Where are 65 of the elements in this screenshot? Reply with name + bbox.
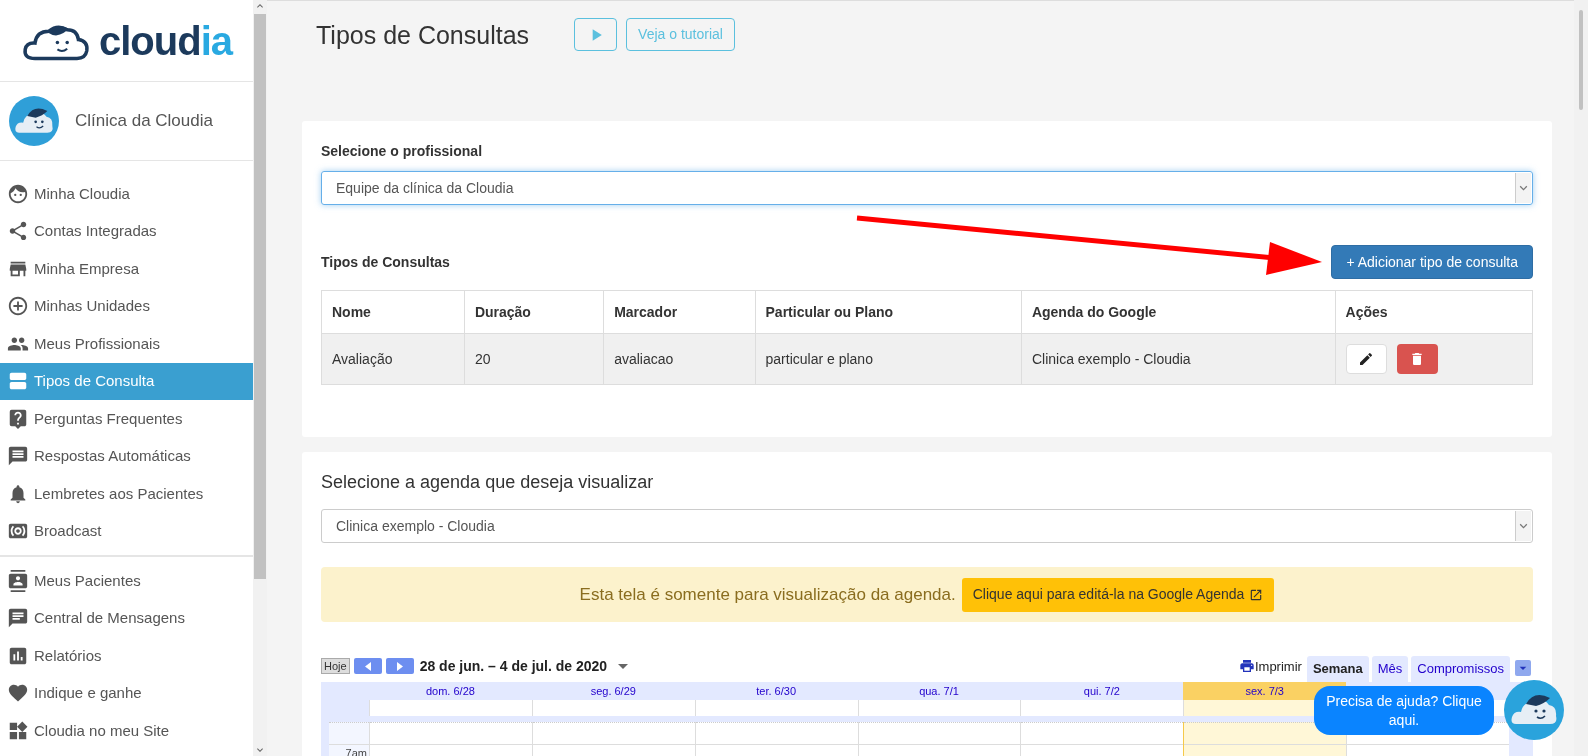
table-cell: avaliacao (603, 333, 755, 385)
external-link-icon (1249, 587, 1264, 602)
pencil-icon (1358, 351, 1375, 367)
view-tab[interactable]: Semana (1306, 656, 1369, 682)
edit-google-button[interactable]: Clique aqui para editá-la na Google Agenda (961, 577, 1275, 612)
section-title: Selecione a agenda que deseja visualizar (321, 471, 655, 494)
professional-select[interactable]: Equipe da clínica da Cloudia (321, 171, 1533, 205)
delete-button[interactable] (1396, 344, 1438, 374)
contact-icon (7, 569, 29, 592)
sidebar-item[interactable]: Meus Pacientes (0, 562, 253, 600)
question-icon (7, 407, 29, 430)
column-header: Duração (464, 290, 604, 334)
day-header: dom. 6/28 (424, 684, 476, 699)
column-header: Ações (1335, 290, 1533, 334)
day-header: qua. 7/1 (918, 684, 960, 699)
column-header: Particular ou Plano (755, 290, 1022, 334)
sidebar-item[interactable]: Meus Profissionais (0, 325, 253, 363)
face-icon (7, 182, 29, 205)
column-header: Nome (321, 290, 465, 334)
share-icon (7, 220, 29, 243)
widgets-icon (7, 719, 29, 742)
view-tab[interactable]: Mês (1371, 656, 1409, 682)
clinic-avatar-icon (9, 96, 59, 146)
help-bubble[interactable]: Precisa de ajuda? Clique aqui. (1314, 686, 1494, 735)
day-header: ter. 6/30 (755, 684, 798, 699)
sidebar-item[interactable]: Minha Cloudia (0, 175, 253, 213)
notice-text: Esta tela é somente para visualização da agenda. (579, 583, 956, 606)
day-header: qui. 7/2 (1082, 684, 1121, 699)
next-button[interactable] (385, 658, 414, 674)
sidebar-item[interactable]: Central de Mensagens (0, 599, 253, 637)
clinic-name: Clínica da Cloudia (75, 110, 213, 133)
column-header: Agenda do Google (1021, 290, 1336, 334)
table-cell: Clinica exemplo - Cloudia (1021, 333, 1336, 385)
page-title: Tipos de Consultas (316, 20, 530, 51)
sidebar-item[interactable]: Relatórios (0, 637, 253, 675)
table-cell: Avaliação (321, 333, 465, 385)
left-triangle-icon (364, 661, 371, 671)
day-header: seg. 6/29 (589, 684, 637, 699)
printer-icon (1238, 658, 1255, 675)
sidebar-item[interactable]: Lembretes aos Pacientes (0, 475, 253, 513)
table-cell: 20 (464, 333, 604, 385)
date-range: 28 de jun. – 4 de jul. de 2020 (419, 656, 608, 676)
help-avatar-icon[interactable] (1504, 680, 1564, 740)
previous-button[interactable] (353, 658, 382, 674)
sidebar-item[interactable]: Respostas Automáticas (0, 437, 253, 475)
view-tab[interactable]: Compromissos (1411, 656, 1510, 682)
sidebar-item[interactable]: Minhas Unidades (0, 287, 253, 325)
edit-button[interactable] (1345, 344, 1387, 374)
today-button[interactable]: Hoje (321, 658, 350, 674)
section-title: Tipos de Consultas (321, 252, 450, 272)
views-dropdown-icon[interactable] (1515, 660, 1531, 676)
sidebar-item[interactable]: Minha Empresa (0, 250, 253, 288)
sidebar-item[interactable]: Indique e ganhe (0, 674, 253, 712)
right-triangle-icon (396, 661, 403, 671)
column-header: Marcador (603, 290, 755, 334)
sidebar-item[interactable]: Contas Integradas (0, 212, 253, 250)
sidebar-item[interactable]: Cloudia no meu Site (0, 712, 253, 750)
logo-text: cloudia (99, 17, 232, 65)
field-label: Selecione o profissional (321, 142, 484, 161)
add-consult-type-button[interactable]: + Adicionar tipo de consulta (1331, 245, 1533, 279)
sidebar-item[interactable]: Broadcast (0, 512, 253, 550)
table-cell: particular e plano (755, 333, 1022, 385)
agenda-select[interactable]: Clinica exemplo - Cloudia (321, 509, 1533, 543)
sidebar-item[interactable]: Perguntas Frequentes (0, 400, 253, 438)
print-link[interactable]: Imprimir (1238, 656, 1302, 682)
